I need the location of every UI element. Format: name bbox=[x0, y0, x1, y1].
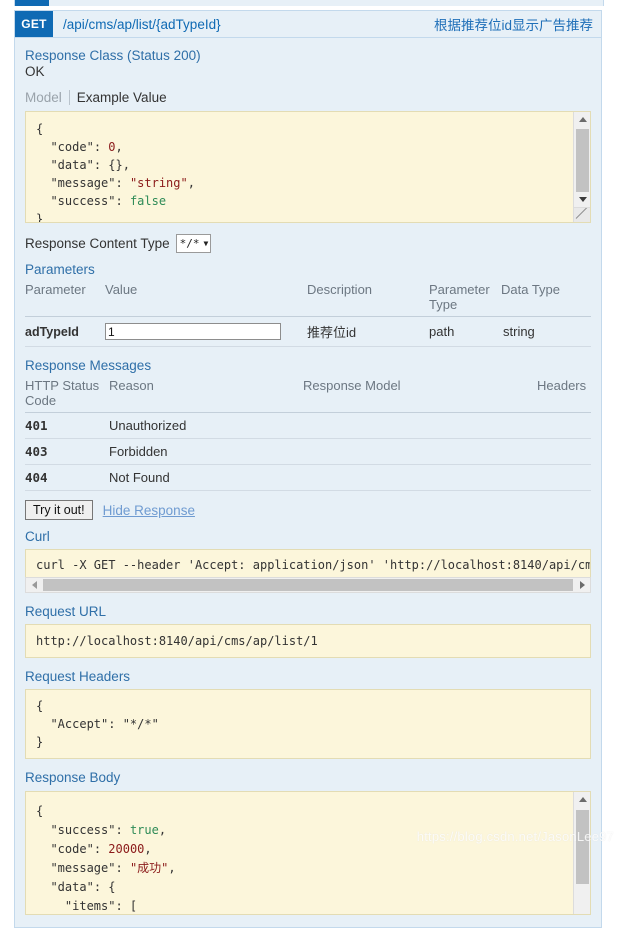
curl-command: curl -X GET --header 'Accept: applicatio… bbox=[26, 550, 590, 577]
response-model bbox=[303, 413, 537, 439]
parameter-value-cell bbox=[105, 317, 307, 347]
scroll-left-arrow-icon[interactable] bbox=[26, 578, 42, 592]
response-content-type-select[interactable]: */* ▼ bbox=[176, 234, 212, 253]
response-reason: Not Found bbox=[109, 465, 303, 491]
parameters-table: Parameter Value Description Parameter Ty… bbox=[25, 280, 591, 347]
response-model bbox=[303, 465, 537, 491]
curl-horizontal-scrollbar[interactable] bbox=[25, 577, 591, 593]
operation-panel: GET /api/cms/ap/list/{adTypeId} 根据推荐位id显… bbox=[14, 10, 602, 928]
response-body-code: { "success": true, "code": 20000, "messa… bbox=[26, 792, 573, 915]
table-row: 401 Unauthorized bbox=[25, 413, 591, 439]
curl-code-container: curl -X GET --header 'Accept: applicatio… bbox=[25, 549, 591, 577]
response-messages-header-model: Response Model bbox=[303, 376, 537, 413]
example-value-code: { "code": 0, "data": {}, "message": "str… bbox=[26, 112, 573, 223]
response-messages-table: HTTP Status Code Reason Response Model H… bbox=[25, 376, 591, 491]
parameter-description: 推荐位id bbox=[307, 317, 429, 347]
parameters-header-row: Parameter Value Description Parameter Ty… bbox=[25, 280, 591, 317]
response-body-scrollbar[interactable] bbox=[573, 792, 590, 914]
response-model bbox=[303, 439, 537, 465]
operation-path[interactable]: /api/cms/ap/list/{adTypeId} bbox=[63, 17, 434, 32]
response-headers bbox=[537, 413, 591, 439]
parameters-header-parameter: Parameter bbox=[25, 280, 105, 317]
scroll-thumb[interactable] bbox=[576, 129, 589, 194]
swagger-ui-page: GET /api/cms/ap/list/{adTypeId} 根据推荐位id显… bbox=[0, 0, 622, 862]
curl-box: curl -X GET --header 'Accept: applicatio… bbox=[25, 549, 591, 593]
parameters-header-description: Description bbox=[307, 280, 429, 317]
request-headers-box: { "Accept": "*/*" } bbox=[25, 689, 591, 759]
parameters-header-data-type: Data Type bbox=[501, 280, 591, 317]
table-row: 404 Not Found bbox=[25, 465, 591, 491]
chevron-down-icon: ▼ bbox=[203, 239, 208, 248]
response-status-code: 404 bbox=[25, 465, 109, 491]
scroll-thumb[interactable] bbox=[576, 810, 589, 884]
response-headers bbox=[537, 465, 591, 491]
response-body-title: Response Body bbox=[25, 770, 591, 785]
response-status-code: 401 bbox=[25, 413, 109, 439]
request-url-value: http://localhost:8140/api/cms/ap/list/1 bbox=[26, 625, 590, 657]
request-url-title: Request URL bbox=[25, 604, 591, 619]
model-example-tabs: Model Example Value bbox=[25, 90, 591, 105]
response-messages-header-headers: Headers bbox=[537, 376, 591, 413]
table-row: 403 Forbidden bbox=[25, 439, 591, 465]
curl-title: Curl bbox=[25, 529, 591, 544]
parameter-value-input[interactable] bbox=[105, 323, 281, 340]
response-reason: Unauthorized bbox=[109, 413, 303, 439]
scroll-up-arrow-icon[interactable] bbox=[574, 112, 591, 127]
curl-scroll-thumb[interactable] bbox=[43, 579, 573, 591]
parameters-title: Parameters bbox=[25, 262, 591, 277]
tab-model[interactable]: Model bbox=[25, 90, 70, 105]
try-it-out-button[interactable]: Try it out! bbox=[25, 500, 93, 520]
example-value-scrollbar[interactable] bbox=[573, 112, 590, 222]
response-messages-title: Response Messages bbox=[25, 358, 591, 373]
response-content-type-value: */* bbox=[180, 237, 200, 250]
response-class-status-text: OK bbox=[25, 64, 591, 79]
response-messages-header-row: HTTP Status Code Reason Response Model H… bbox=[25, 376, 591, 413]
parameter-data-type: string bbox=[501, 317, 591, 347]
request-url-box: http://localhost:8140/api/cms/ap/list/1 bbox=[25, 624, 591, 658]
tab-example-value[interactable]: Example Value bbox=[70, 90, 167, 105]
scroll-down-arrow-icon[interactable] bbox=[574, 192, 591, 207]
operation-body: Response Class (Status 200) OK Model Exa… bbox=[15, 38, 601, 927]
table-row: adTypeId 推荐位id path string bbox=[25, 317, 591, 347]
parameters-header-parameter-type: Parameter Type bbox=[429, 280, 501, 317]
response-content-type-label: Response Content Type bbox=[25, 236, 170, 251]
response-content-type-row: Response Content Type */* ▼ bbox=[25, 234, 591, 253]
response-reason: Forbidden bbox=[109, 439, 303, 465]
response-messages-header-status-code: HTTP Status Code bbox=[25, 376, 109, 413]
resize-grip-icon[interactable] bbox=[573, 207, 590, 222]
response-class-title: Response Class (Status 200) bbox=[25, 48, 591, 63]
example-value-box: { "code": 0, "data": {}, "message": "str… bbox=[25, 111, 591, 223]
response-headers bbox=[537, 439, 591, 465]
hide-response-link[interactable]: Hide Response bbox=[103, 503, 195, 518]
response-messages-header-reason: Reason bbox=[109, 376, 303, 413]
http-method-badge: GET bbox=[15, 11, 53, 37]
parameter-name: adTypeId bbox=[25, 317, 105, 347]
response-body-box: { "success": true, "code": 20000, "messa… bbox=[25, 791, 591, 915]
scroll-right-arrow-icon[interactable] bbox=[574, 578, 590, 592]
operation-header[interactable]: GET /api/cms/ap/list/{adTypeId} 根据推荐位id显… bbox=[15, 11, 601, 38]
parameter-type: path bbox=[429, 317, 501, 347]
request-headers-title: Request Headers bbox=[25, 669, 591, 684]
action-row: Try it out! Hide Response bbox=[25, 500, 591, 520]
scroll-up-arrow-icon[interactable] bbox=[574, 792, 591, 807]
parameters-header-value: Value bbox=[105, 280, 307, 317]
response-status-code: 403 bbox=[25, 439, 109, 465]
request-headers-value: { "Accept": "*/*" } bbox=[26, 690, 590, 758]
operation-summary: 根据推荐位id显示广告推荐 bbox=[434, 14, 593, 34]
